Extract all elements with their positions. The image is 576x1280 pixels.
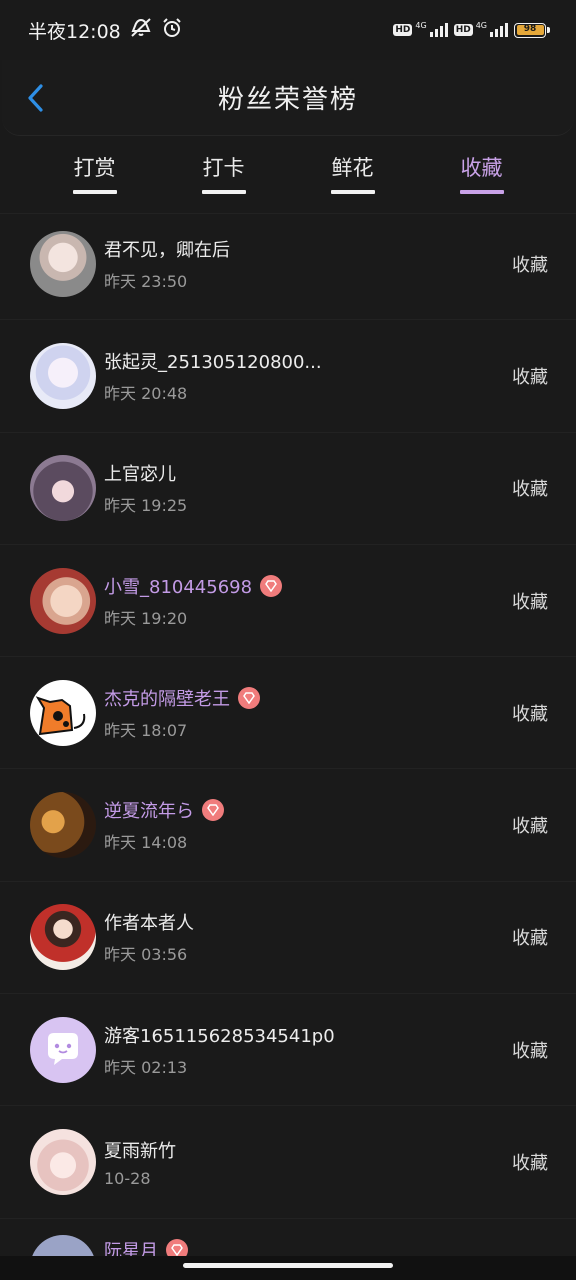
- tab-flowers[interactable]: 鲜花: [308, 136, 398, 213]
- tab-label: 打赏: [73, 156, 116, 180]
- fan-time: 昨天 14:08: [104, 833, 188, 853]
- navigation-bar: [0, 1256, 576, 1280]
- avatar-photo-icon[interactable]: [30, 230, 96, 297]
- diamond-badge-icon: [238, 686, 260, 709]
- fan-time: 昨天 19:25: [104, 496, 188, 516]
- tab-underline: [459, 190, 504, 194]
- fan-name: 小雪_810445698: [104, 576, 253, 598]
- status-bar: 半夜12:08 HD 4G HD 4G 98: [0, 0, 576, 60]
- action-label: 收藏: [512, 928, 548, 950]
- fan-time: 昨天 03:56: [104, 945, 188, 965]
- signal-group-1: HD 4G: [393, 21, 448, 37]
- action-label: 收藏: [512, 366, 548, 388]
- action-label: 收藏: [512, 816, 548, 838]
- fan-time: 10-28: [104, 1168, 151, 1188]
- avatar-anime-icon[interactable]: [30, 1129, 96, 1196]
- fan-name: 游客165115628534541p0: [104, 1025, 335, 1047]
- status-left: 半夜12:08: [28, 17, 183, 44]
- list-item[interactable]: 小雪_810445698 昨天 19:20 收藏: [0, 545, 576, 658]
- list-item[interactable]: 夏雨新竹 10-28 收藏: [0, 1106, 576, 1219]
- back-button[interactable]: [20, 80, 50, 116]
- list-item[interactable]: 作者本者人 昨天 03:56 收藏: [0, 882, 576, 995]
- tab-underline: [201, 190, 246, 194]
- diamond-badge-icon: [260, 574, 283, 597]
- list-item[interactable]: 杰克的隔壁老王 昨天 18:07 收藏: [0, 657, 576, 770]
- tab-underline: [330, 190, 375, 194]
- status-right: HD 4G HD 4G 98: [393, 21, 550, 38]
- network-type: 4G: [475, 21, 487, 30]
- fan-name: 上官宓儿: [104, 464, 176, 486]
- tab-label: 鲜花: [331, 156, 374, 180]
- home-indicator[interactable]: [183, 1263, 393, 1268]
- action-label: 收藏: [512, 1153, 548, 1175]
- avatar-baby-icon[interactable]: [30, 567, 96, 634]
- battery-icon: 98: [514, 22, 550, 38]
- list-item[interactable]: 上官宓儿 昨天 19:25 收藏: [0, 433, 576, 545]
- fan-name: 作者本者人: [104, 913, 194, 935]
- action-label: 收藏: [512, 703, 548, 725]
- fan-list: 君不见，卿在后 昨天 23:50 收藏 张起灵_251305120800... …: [0, 208, 576, 1259]
- network-type: 4G: [415, 21, 427, 30]
- alarm-icon: [161, 17, 183, 44]
- chevron-left-icon: [28, 84, 43, 112]
- mute-icon: [129, 17, 153, 44]
- list-item-partial[interactable]: 阮星月: [0, 1219, 576, 1259]
- diamond-badge-icon: [202, 799, 224, 822]
- avatar-illustration-icon[interactable]: [30, 904, 96, 971]
- list-item[interactable]: 君不见，卿在后 昨天 23:50 收藏: [0, 208, 576, 321]
- header: 粉丝荣誉榜: [2, 60, 574, 136]
- fan-time: 昨天 18:07: [104, 720, 188, 740]
- tab-label: 打卡: [202, 156, 245, 180]
- action-label: 收藏: [512, 254, 548, 276]
- action-label: 收藏: [512, 1040, 548, 1062]
- tab-bar: 打赏 打卡 鲜花 收藏: [0, 136, 576, 214]
- fan-time: 昨天 19:20: [104, 608, 188, 628]
- fan-name: 夏雨新竹: [104, 1140, 176, 1162]
- fan-name: 君不见，卿在后: [104, 239, 230, 261]
- tab-checkin[interactable]: 打卡: [179, 136, 269, 213]
- hd-badge: HD: [453, 24, 473, 36]
- avatar-cat-icon[interactable]: [30, 679, 96, 746]
- list-item[interactable]: 游客165115628534541p0 昨天 02:13 收藏: [0, 994, 576, 1107]
- battery-level: 98: [516, 25, 544, 35]
- tab-underline: [72, 190, 117, 194]
- action-label: 收藏: [512, 479, 548, 501]
- fan-name: 杰克的隔壁老王: [104, 688, 230, 710]
- fan-name: 张起灵_251305120800...: [104, 351, 322, 373]
- tab-favorites[interactable]: 收藏: [437, 136, 527, 213]
- action-label: 收藏: [512, 591, 548, 613]
- avatar-chat-icon[interactable]: [30, 1016, 96, 1083]
- fan-time: 昨天 02:13: [104, 1057, 188, 1077]
- hd-badge: HD: [393, 24, 413, 36]
- fan-name: 逆夏流年ら: [104, 801, 194, 823]
- avatar-anime-icon[interactable]: [30, 342, 96, 409]
- list-item[interactable]: 逆夏流年ら 昨天 14:08 收藏: [0, 769, 576, 882]
- avatar-photo-icon[interactable]: [30, 792, 96, 859]
- tab-label: 收藏: [460, 156, 503, 180]
- page-title: 粉丝荣誉榜: [217, 85, 358, 115]
- signal-icon: [490, 23, 508, 37]
- avatar-anime-icon[interactable]: [30, 455, 96, 522]
- fan-time: 昨天 20:48: [104, 383, 188, 403]
- signal-group-2: HD 4G: [453, 21, 508, 37]
- list-item[interactable]: 张起灵_251305120800... 昨天 20:48 收藏: [0, 320, 576, 433]
- tab-reward[interactable]: 打赏: [50, 136, 140, 213]
- fan-time: 昨天 23:50: [104, 271, 188, 291]
- signal-icon: [429, 23, 448, 37]
- status-time: 半夜12:08: [28, 20, 121, 43]
